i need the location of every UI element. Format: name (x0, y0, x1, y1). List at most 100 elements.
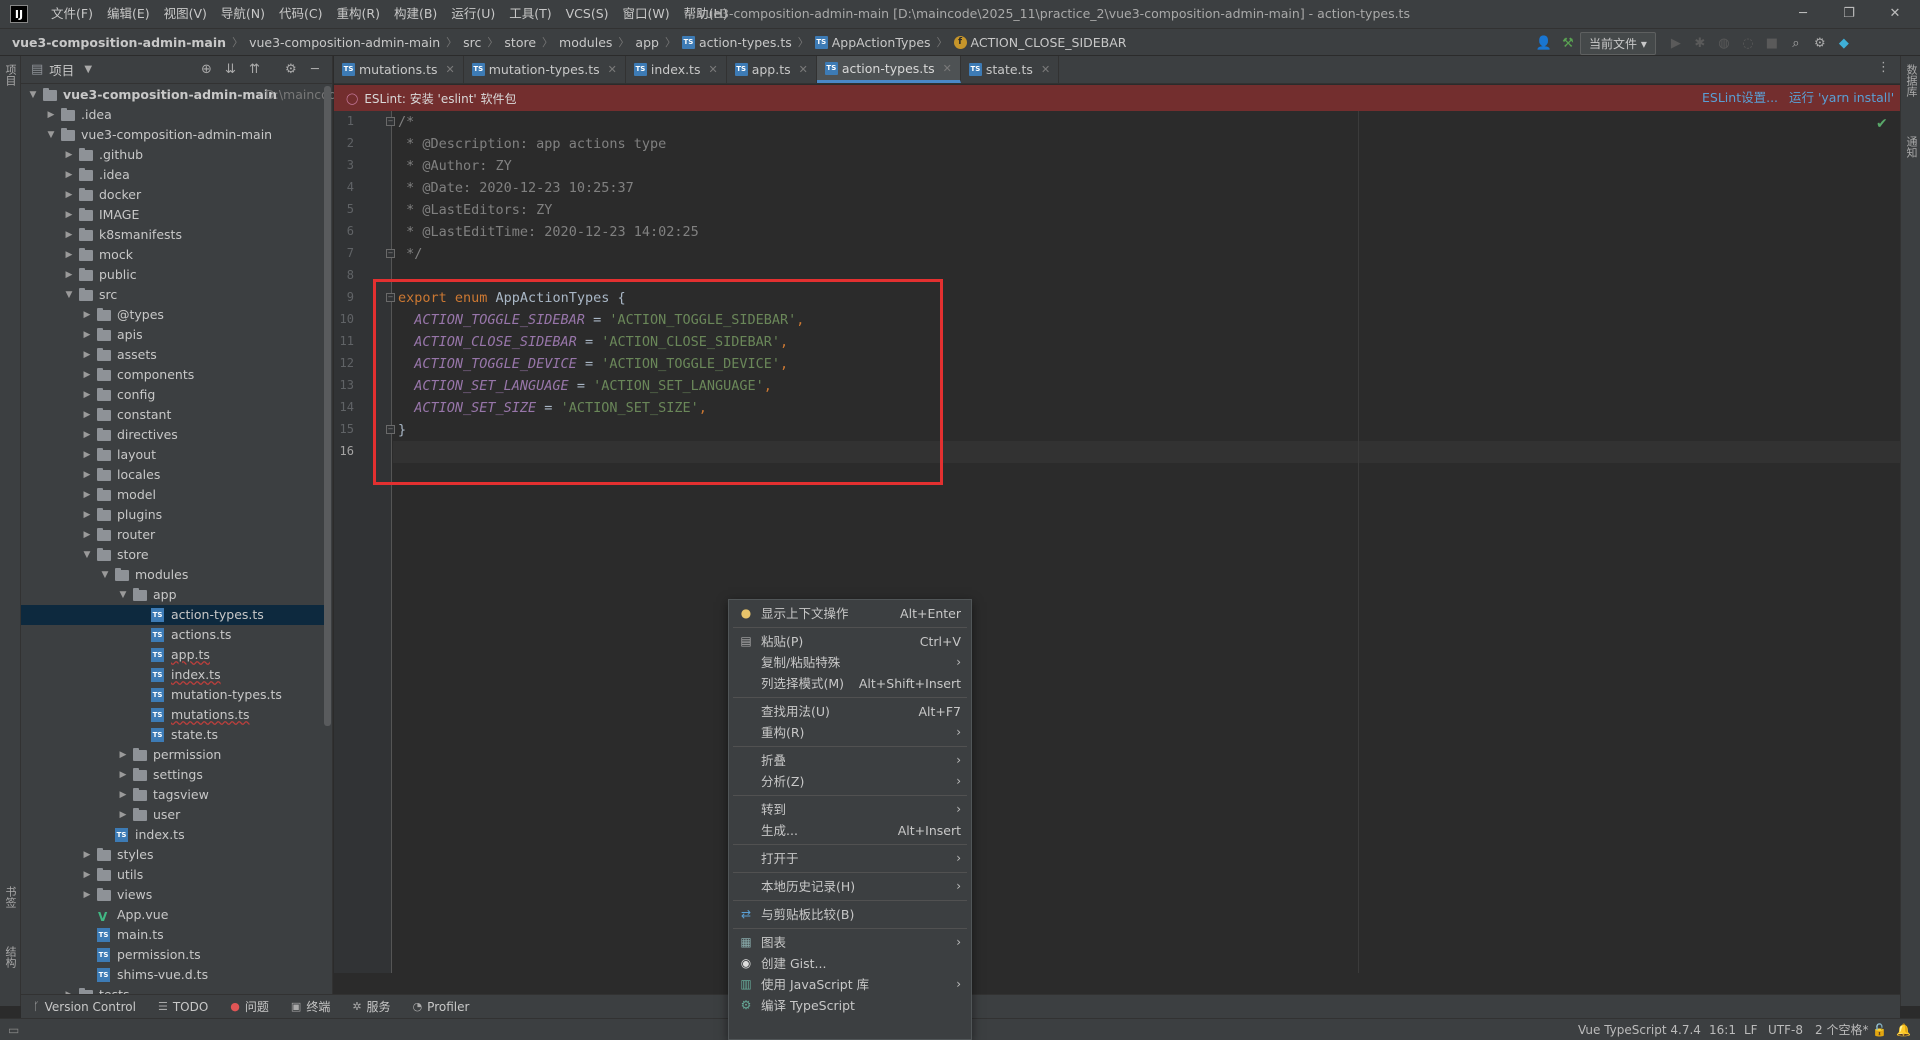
run-yarn-install-link[interactable]: 运行 'yarn install' (1789, 85, 1894, 111)
chevron-right-icon[interactable]: ▶ (63, 225, 75, 245)
context-menu-item[interactable]: 本地历史记录(H) › (729, 876, 971, 897)
tab[interactable]: TS index.ts ✕ (626, 56, 727, 83)
context-menu-item[interactable]: 列选择模式(M) Alt+Shift+Insert (729, 673, 971, 694)
tab[interactable]: TS state.ts ✕ (961, 56, 1060, 83)
locate-icon[interactable]: ⊕ (201, 62, 212, 77)
breadcrumb-item[interactable]: modules (559, 35, 612, 50)
context-menu-item[interactable]: ▦ 图表 › (729, 932, 971, 953)
tree-row[interactable]: TS permission.ts (21, 945, 331, 965)
breadcrumb-item[interactable]: vue3-composition-admin-main (249, 35, 440, 50)
search-icon[interactable]: ⌕ (1784, 29, 1808, 57)
context-menu-item[interactable]: 重构(R) › (729, 722, 971, 743)
context-menu-item[interactable]: 转到 › (729, 799, 971, 820)
coverage-icon[interactable]: ◍ (1712, 29, 1736, 57)
tree-row[interactable]: ▶ public (21, 265, 331, 285)
database-tool-label[interactable]: 数据库 (1903, 64, 1919, 97)
breadcrumb-item[interactable]: vue3-composition-admin-main (12, 35, 226, 50)
tree-row[interactable]: TS state.ts (21, 725, 331, 745)
run-icon[interactable]: ▶ (1664, 29, 1688, 57)
more-tabs-icon[interactable]: ⋮ (1877, 60, 1890, 75)
close-tab-icon[interactable]: ✕ (708, 63, 717, 76)
profile-icon[interactable]: ◌ (1736, 29, 1760, 57)
fold-marker-icon[interactable]: − (386, 249, 395, 258)
menu-item[interactable]: 导航(N) (214, 0, 272, 28)
chevron-right-icon[interactable]: ▶ (81, 865, 93, 885)
chevron-right-icon[interactable]: ▶ (117, 765, 129, 785)
tree-row[interactable]: ▶ k8smanifests (21, 225, 331, 245)
tree-row[interactable]: ▶ apis (21, 325, 331, 345)
chevron-down-icon[interactable]: ▼ (45, 125, 57, 145)
tree-row[interactable]: ▶ styles (21, 845, 331, 865)
tab[interactable]: TS mutations.ts ✕ (334, 56, 464, 83)
tree-row[interactable]: ▶ user (21, 805, 331, 825)
run-config-select[interactable]: 当前文件 ▾ (1580, 31, 1656, 55)
chevron-down-icon[interactable]: ▼ (63, 285, 75, 305)
chevron-right-icon[interactable]: ▶ (63, 185, 75, 205)
bookmarks-tool-label[interactable]: 书签 (2, 886, 18, 908)
tree-row[interactable]: ▶ docker (21, 185, 331, 205)
caret-position-status[interactable]: 16:1 (1709, 1019, 1736, 1040)
breadcrumb-item[interactable]: TS action-types.ts (681, 35, 792, 50)
tree-row[interactable]: ▶ .idea (21, 105, 331, 125)
code-line[interactable]: * @LastEditors: ZY (398, 199, 552, 221)
chevron-down-icon[interactable]: ▼ (99, 565, 111, 585)
chevron-down-icon[interactable]: ▼ (84, 64, 92, 75)
bottom-tool-终端[interactable]: ▣ 终端 (291, 998, 330, 1015)
close-tab-icon[interactable]: ✕ (446, 63, 455, 76)
context-menu-item[interactable]: 打开于 › (729, 848, 971, 869)
chevron-right-icon[interactable]: ▶ (81, 345, 93, 365)
build-hammer-icon[interactable]: ⚒ (1556, 29, 1580, 57)
menu-item[interactable]: 重构(R) (330, 0, 387, 28)
tree-row[interactable]: TS shims-vue.d.ts (21, 965, 331, 985)
tree-row[interactable]: ▶ settings (21, 765, 331, 785)
chevron-right-icon[interactable]: ▶ (81, 505, 93, 525)
chevron-down-icon[interactable]: ▼ (81, 545, 93, 565)
bottom-tool-问题[interactable]: ● 问题 (230, 998, 269, 1015)
tree-row[interactable]: TS actions.ts (21, 625, 331, 645)
close-tab-icon[interactable]: ✕ (608, 63, 617, 76)
tree-row[interactable]: ▼ store (21, 545, 331, 565)
chevron-right-icon[interactable]: ▶ (81, 885, 93, 905)
chevron-right-icon[interactable]: ▶ (45, 105, 57, 125)
chevron-right-icon[interactable]: ▶ (81, 465, 93, 485)
minimize-icon[interactable]: ─ (1780, 0, 1826, 28)
tree-row[interactable]: ▶ layout (21, 445, 331, 465)
chevron-right-icon[interactable]: ▶ (63, 245, 75, 265)
notification-icon[interactable]: 🔔 (1896, 1019, 1911, 1040)
chevron-right-icon[interactable]: ▶ (81, 365, 93, 385)
tree-row[interactable]: TS main.ts (21, 925, 331, 945)
tree-row[interactable]: ▶ directives (21, 425, 331, 445)
chevron-right-icon[interactable]: ▶ (63, 145, 75, 165)
breadcrumb-item[interactable]: store (504, 35, 536, 50)
tree-row[interactable]: V App.vue (21, 905, 331, 925)
context-menu-item[interactable]: 复制/粘贴特殊 › (729, 652, 971, 673)
tree-row[interactable]: ▶ permission (21, 745, 331, 765)
project-panel-title[interactable]: 项目 (49, 60, 74, 79)
menu-item[interactable]: 代码(C) (272, 0, 329, 28)
close-tab-icon[interactable]: ✕ (1041, 63, 1050, 76)
expand-all-icon[interactable]: ⇊ (225, 62, 236, 77)
tree-row-selected[interactable]: TS action-types.ts (21, 605, 331, 625)
close-window-icon[interactable]: ✕ (1872, 0, 1918, 28)
chevron-right-icon[interactable]: ▶ (81, 385, 93, 405)
project-tool-label[interactable]: 项目 (2, 64, 18, 86)
bottom-tool-服务[interactable]: ✲ 服务 (352, 998, 390, 1015)
bottom-tool-version-control[interactable]: ᚴ Version Control (33, 1000, 136, 1014)
code-line[interactable]: */ (398, 243, 422, 265)
context-menu-item[interactable]: ◉ 创建 Gist... (729, 953, 971, 974)
breadcrumb-item[interactable]: app (635, 35, 659, 50)
tree-row[interactable]: TS index.ts (21, 825, 331, 845)
fold-marker-icon[interactable]: − (386, 117, 395, 126)
tree-row[interactable]: TS mutations.ts (21, 705, 331, 725)
tree-row[interactable]: ▶ utils (21, 865, 331, 885)
tree-row[interactable]: ▼ vue3-composition-admin-main (21, 125, 331, 145)
line-separator-status[interactable]: LF (1744, 1019, 1758, 1040)
chevron-right-icon[interactable]: ▶ (81, 525, 93, 545)
code-line[interactable]: * @Date: 2020-12-23 10:25:37 (398, 177, 634, 199)
menu-item[interactable]: 工具(T) (502, 0, 558, 28)
gear-icon[interactable]: ⚙ (1808, 29, 1832, 57)
menu-item[interactable]: 编辑(E) (100, 0, 157, 28)
chevron-right-icon[interactable]: ▶ (63, 265, 75, 285)
menu-item[interactable]: 视图(V) (157, 0, 214, 28)
chevron-right-icon[interactable]: ▶ (63, 165, 75, 185)
